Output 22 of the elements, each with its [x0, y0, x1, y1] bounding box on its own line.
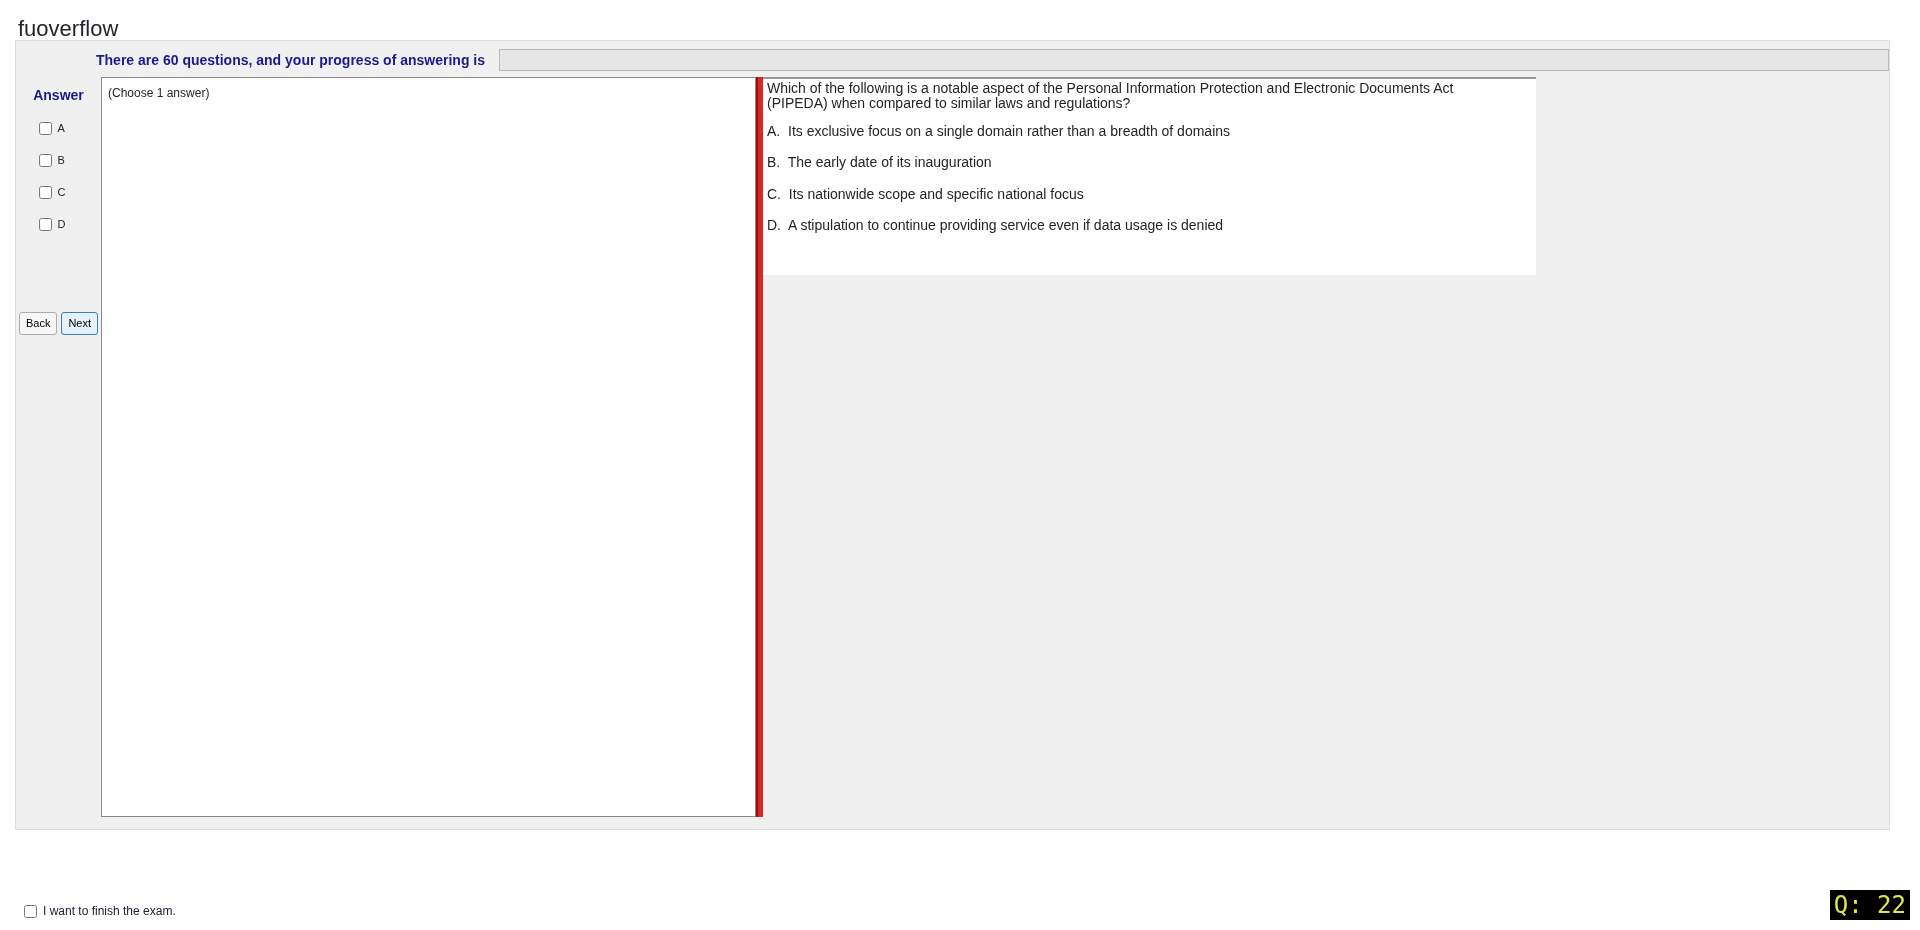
answer-checkbox[interactable]	[38, 121, 52, 135]
question-counter: Q: 22	[1829, 890, 1910, 920]
brand-logo-text: fuoverflow	[18, 18, 120, 40]
answer-heading: Answer	[33, 86, 84, 105]
choice-text: B. The early date of its inauguration	[767, 155, 993, 171]
answer-checkbox[interactable]	[38, 153, 52, 167]
progress-label: There are 60 questions, and your progress of answering is	[96, 50, 485, 70]
back-button[interactable]: Back	[18, 312, 58, 335]
option-label: A	[57, 120, 65, 136]
next-button[interactable]: Next	[61, 312, 99, 335]
option-label: B	[57, 152, 65, 168]
answer-checkbox[interactable]	[38, 217, 52, 231]
finish-label: I want to finish the exam.	[43, 903, 176, 920]
instruction-text: (Choose 1 answer)	[101, 77, 756, 817]
option-label: D	[57, 216, 66, 232]
question-text: Which of the following is a notable aspect of the Personal Information Protection and Electronic Documents Act (PIPEDA) when compared to similar laws and regulations?	[767, 81, 1455, 112]
option-label: C	[57, 184, 66, 200]
choice-text: D. A stipulation to continue providing service even if data usage is denied	[767, 217, 1225, 234]
choice-text: A. Its exclusive focus on a single domain rather than a breadth of domains	[767, 123, 1232, 140]
answer-checkbox[interactable]	[38, 185, 52, 199]
finish-checkbox[interactable]	[24, 904, 37, 918]
choice-text: C. Its nationwide scope and specific national focus	[767, 186, 1085, 202]
